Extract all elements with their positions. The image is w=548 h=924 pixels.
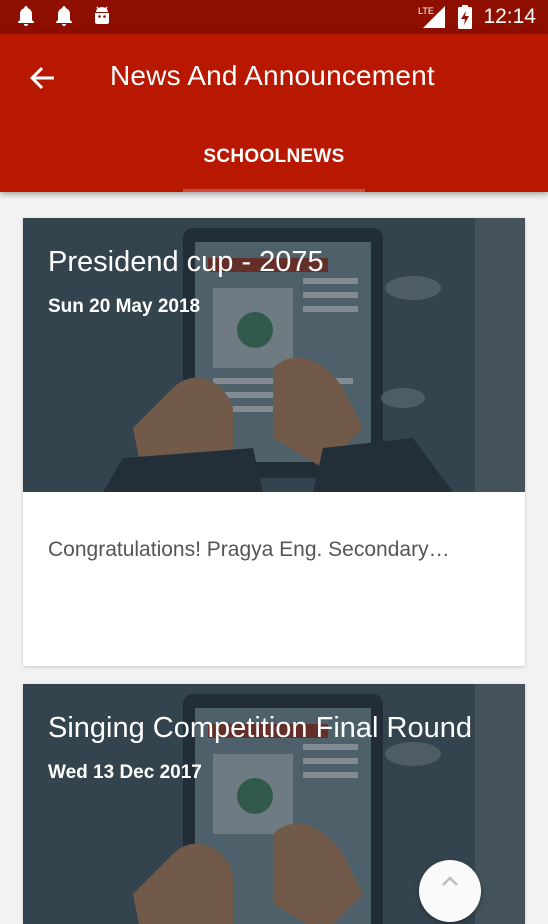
clock: 12:14 — [483, 5, 536, 28]
arrow-back-icon — [30, 67, 54, 89]
app-bar: News And Announcement SCHOOLNEWS — [0, 34, 548, 192]
signal-icon: LTE — [418, 6, 446, 28]
news-description: Congratulations! Pragya Eng. Secondary… — [48, 538, 450, 561]
notification-icons — [14, 4, 114, 30]
news-date: Wed 13 Dec 2017 — [48, 762, 202, 783]
tab-schoolnews[interactable]: SCHOOLNEWS — [183, 134, 365, 192]
status-bar: LTE 12:14 — [0, 0, 548, 34]
news-title: Presidend cup - 2075 — [48, 246, 324, 278]
scroll-to-top-button[interactable] — [419, 860, 481, 922]
tab-label: SCHOOLNEWS — [203, 146, 345, 167]
news-card[interactable]: Presidend cup - 2075 Sun 20 May 2018 Con… — [23, 218, 525, 666]
system-icons: LTE 12:14 — [417, 4, 536, 30]
notification-bell-icon — [56, 6, 72, 26]
android-icon — [95, 6, 109, 24]
network-type-label: LTE — [418, 6, 434, 16]
notification-bell-icon — [18, 6, 34, 26]
news-title: Singing Competition Final Round — [48, 712, 472, 744]
tab-indicator — [183, 189, 365, 192]
chevron-up-icon — [442, 876, 458, 886]
page-title: News And Announcement — [110, 60, 435, 91]
news-date: Sun 20 May 2018 — [48, 296, 201, 317]
back-button[interactable] — [20, 56, 64, 100]
battery-charging-icon — [458, 5, 473, 29]
